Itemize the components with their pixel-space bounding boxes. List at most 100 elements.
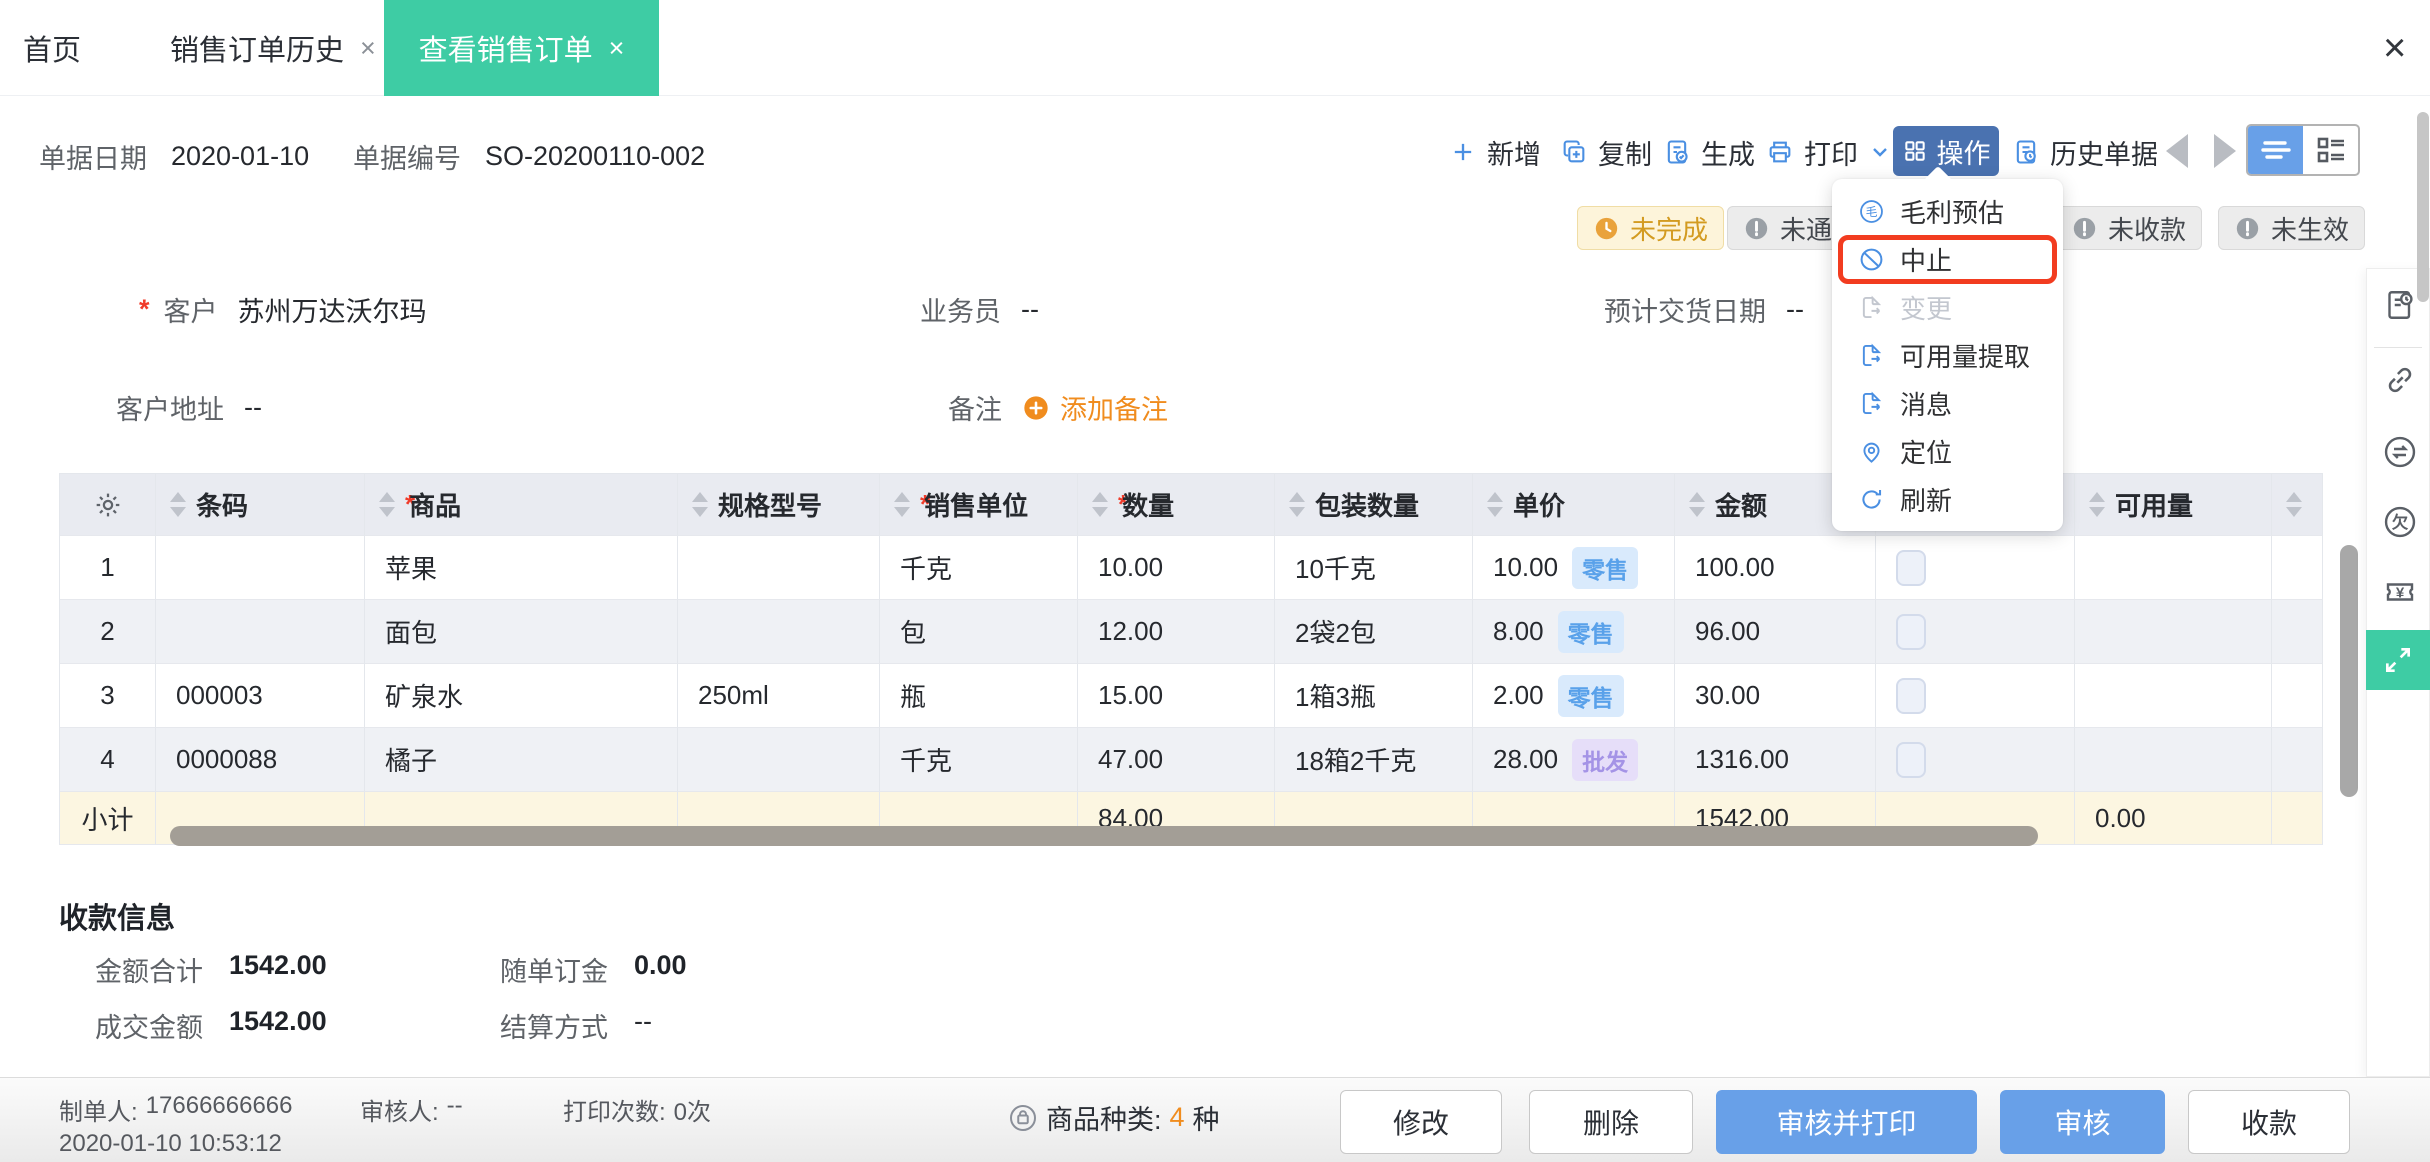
- action-dropdown-menu: 毛 毛利预估 中止 变更 可用量提取 消息 定位 刷新: [1832, 179, 2063, 531]
- expand-button[interactable]: [2366, 630, 2430, 690]
- add-remark-label: 添加备注: [1060, 395, 1168, 425]
- status-badge-label: 未生效: [2271, 214, 2350, 245]
- payment-total-label: 金额合计: [95, 957, 203, 987]
- sort-icon[interactable]: [379, 492, 395, 517]
- customer-address-field[interactable]: 客户地址 --: [116, 388, 262, 427]
- row-checkbox[interactable]: [1896, 741, 1926, 778]
- cell-product: 矿泉水: [365, 664, 678, 728]
- cell-extra: [2272, 664, 2323, 728]
- menu-item-locate[interactable]: 定位: [1832, 427, 2063, 475]
- detail-view-icon: [2317, 137, 2344, 163]
- next-doc-arrow-icon[interactable]: [2214, 134, 2236, 168]
- header-extra[interactable]: [2272, 474, 2323, 536]
- history-docs-label: 历史单据: [2050, 139, 2158, 170]
- payment-deposit-field: 随单订金 0.00: [500, 950, 687, 989]
- exclamation-icon: [1745, 217, 1768, 239]
- cell-barcode: 000003: [156, 664, 365, 728]
- header-barcode[interactable]: 条码: [156, 474, 365, 536]
- cell-price: 10.00 零售: [1473, 536, 1675, 600]
- sort-icon[interactable]: [1289, 492, 1305, 517]
- cell-unit: 千克: [880, 728, 1078, 792]
- change-icon: [1858, 294, 1885, 321]
- action-button[interactable]: 操作: [1893, 126, 1999, 176]
- payment-section-title: 收款信息: [59, 903, 176, 935]
- sort-icon[interactable]: [894, 492, 910, 517]
- order-log-button[interactable]: [2380, 285, 2420, 325]
- sort-icon[interactable]: [170, 492, 186, 517]
- add-button[interactable]: 新增: [1449, 128, 1541, 176]
- menu-item-change: 变更: [1832, 283, 2063, 331]
- cell-product: 橘子: [365, 728, 678, 792]
- menu-item-label: 消息: [1900, 389, 1953, 420]
- remark-label: 备注: [948, 395, 1002, 425]
- header-product[interactable]: * 商品: [365, 474, 678, 536]
- menu-item-available-extract[interactable]: 可用量提取: [1832, 331, 2063, 379]
- cell-barcode: [156, 536, 365, 600]
- history-docs-button[interactable]: 历史单据: [2012, 128, 2158, 176]
- gear-icon: [96, 493, 119, 516]
- creator-label: 制单人:: [59, 1099, 138, 1126]
- tab-view-sales-order[interactable]: 查看销售订单 ×: [384, 0, 659, 96]
- transfer-button[interactable]: [2380, 432, 2420, 472]
- header-pack-qty[interactable]: 包装数量: [1275, 474, 1473, 536]
- modify-button[interactable]: 修改: [1340, 1090, 1502, 1154]
- tab-sales-order-history[interactable]: 销售订单历史 ×: [170, 0, 376, 96]
- audit-and-print-button[interactable]: 审核并打印: [1716, 1090, 1977, 1154]
- menu-item-abort[interactable]: 中止: [1832, 235, 2063, 283]
- add-remark-button[interactable]: 添加备注: [1022, 388, 1168, 427]
- horizontal-scrollbar[interactable]: [170, 826, 2038, 846]
- auditor-value: --: [446, 1092, 463, 1119]
- page-scrollbar[interactable]: [2417, 112, 2429, 302]
- delivery-date-field[interactable]: 预计交货日期 --: [1604, 290, 1804, 329]
- price-ticket-button[interactable]: ¥: [2380, 572, 2420, 612]
- table-vertical-scrollbar[interactable]: [2340, 545, 2358, 797]
- column-settings-button[interactable]: [60, 474, 156, 536]
- cell-qty: 47.00: [1078, 728, 1275, 792]
- detail-view-toggle[interactable]: [2303, 126, 2358, 174]
- salesman-field[interactable]: 业务员 --: [920, 290, 1039, 329]
- print-button[interactable]: 打印: [1766, 128, 1892, 176]
- window-close-icon[interactable]: ×: [2383, 24, 2406, 72]
- header-available[interactable]: 可用量: [2075, 474, 2272, 536]
- sort-icon[interactable]: [1689, 492, 1705, 517]
- menu-item-profit-estimate[interactable]: 毛 毛利预估: [1832, 187, 2063, 235]
- bag-icon: [1009, 1104, 1037, 1131]
- menu-item-label: 中止: [1900, 245, 1953, 276]
- header-spec[interactable]: 规格型号: [678, 474, 880, 536]
- sort-icon[interactable]: [692, 492, 708, 517]
- audit-button[interactable]: 审核: [2000, 1090, 2165, 1154]
- sort-icon[interactable]: [1487, 492, 1503, 517]
- cell-pack-qty: 2袋2包: [1275, 600, 1473, 664]
- related-docs-button[interactable]: [2380, 360, 2420, 400]
- customer-field[interactable]: * 客户 苏州万达沃尔玛: [139, 290, 427, 329]
- header-unit[interactable]: * 销售单位: [880, 474, 1078, 536]
- sort-icon[interactable]: [1092, 492, 1108, 517]
- delivery-date-value: --: [1786, 294, 1804, 324]
- generate-button[interactable]: 生成: [1663, 128, 1755, 176]
- collect-payment-button[interactable]: 收款: [2188, 1090, 2350, 1154]
- menu-item-label: 定位: [1900, 437, 1953, 468]
- menu-item-message[interactable]: 消息: [1832, 379, 2063, 427]
- row-checkbox[interactable]: [1896, 613, 1926, 650]
- menu-item-refresh[interactable]: 刷新: [1832, 475, 2063, 523]
- header-price[interactable]: 单价: [1473, 474, 1675, 536]
- tab-close-icon[interactable]: ×: [360, 33, 376, 64]
- view-toggle: [2246, 124, 2360, 176]
- cell-spec: 250ml: [678, 664, 880, 728]
- list-view-toggle[interactable]: [2248, 126, 2303, 174]
- remark-field: 备注 添加备注: [948, 388, 1168, 427]
- chevron-down-icon[interactable]: [1868, 140, 1892, 164]
- prev-doc-arrow-icon[interactable]: [2166, 134, 2188, 168]
- row-checkbox[interactable]: [1896, 677, 1926, 714]
- plus-circle-icon: [1024, 395, 1048, 420]
- sort-icon[interactable]: [2089, 492, 2105, 517]
- delete-button[interactable]: 删除: [1529, 1090, 1693, 1154]
- tab-close-icon[interactable]: ×: [609, 33, 625, 64]
- header-qty[interactable]: * 数量: [1078, 474, 1275, 536]
- customer-address-value: --: [244, 392, 262, 422]
- tab-home[interactable]: 首页: [23, 0, 81, 96]
- debt-button[interactable]: 欠: [2380, 502, 2420, 542]
- copy-button[interactable]: 复制: [1560, 128, 1652, 176]
- row-checkbox[interactable]: [1896, 549, 1926, 586]
- sort-icon[interactable]: [2286, 492, 2302, 517]
